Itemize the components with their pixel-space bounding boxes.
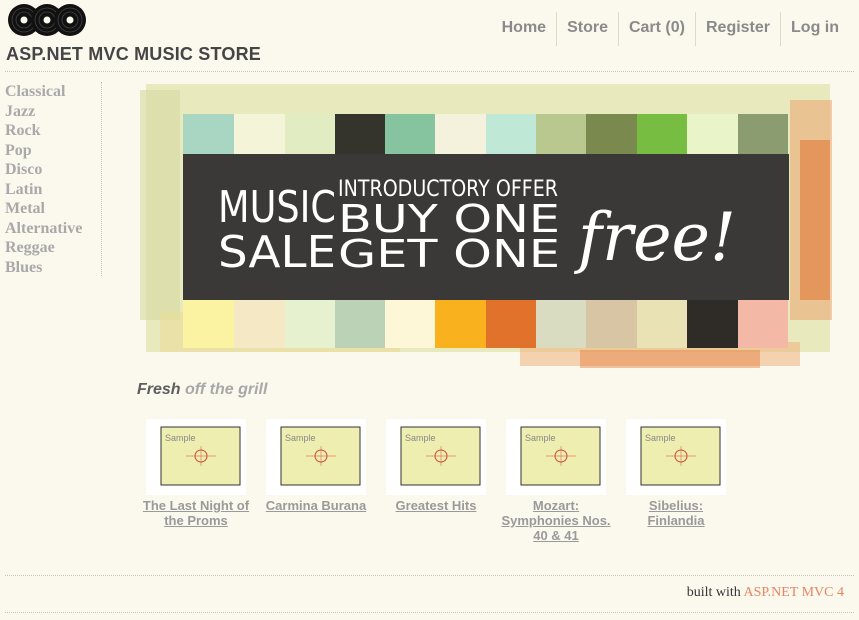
footer-divider-top — [5, 575, 854, 576]
genre-link-alternative[interactable]: Alternative — [5, 220, 82, 237]
footer: built with ASP.NET MVC 4 — [687, 585, 844, 601]
genre-item: Rock — [5, 121, 101, 141]
site-title: ASP.NET MVC MUSIC STORE — [6, 44, 261, 64]
nav-cart-link[interactable]: Cart (0) — [617, 12, 695, 46]
nav-register-link[interactable]: Register — [694, 12, 780, 46]
album-title-link[interactable]: Carmina Burana — [261, 498, 371, 513]
banner-free-text: free! — [573, 199, 736, 276]
fresh-heading: Fresh off the grill — [137, 381, 267, 399]
header-divider — [5, 71, 854, 72]
album-placeholder-image: Sample — [160, 426, 241, 486]
genre-link-reggae[interactable]: Reggae — [5, 239, 55, 256]
album-placeholder-label: Sample — [525, 433, 556, 443]
genre-link-classical[interactable]: Classical — [5, 83, 65, 100]
footer-divider-bottom — [5, 612, 854, 613]
album-placeholder-label: Sample — [645, 433, 676, 443]
genre-item: Jazz — [5, 102, 101, 122]
album-art-link[interactable]: Sample — [386, 419, 486, 495]
genre-link-jazz[interactable]: Jazz — [5, 103, 35, 120]
genre-item: Blues — [5, 258, 101, 278]
album-title-link[interactable]: The Last Night of the Proms — [141, 498, 251, 528]
genre-link-disco[interactable]: Disco — [5, 161, 42, 178]
nav-home-link[interactable]: Home — [492, 12, 556, 46]
vinyl-records-icon[interactable] — [7, 2, 87, 40]
footer-brand-link[interactable]: ASP.NET MVC 4 — [744, 585, 845, 600]
genre-link-pop[interactable]: Pop — [5, 142, 32, 159]
album-placeholder-image: Sample — [520, 426, 601, 486]
album-title-link[interactable]: Greatest Hits — [381, 498, 491, 513]
genre-link-blues[interactable]: Blues — [5, 259, 42, 276]
album-item: Sample Greatest Hits — [381, 419, 491, 513]
genre-item: Reggae — [5, 238, 101, 258]
banner-sale-text: SALE — [218, 227, 336, 278]
album-item: Sample Carmina Burana — [261, 419, 371, 513]
fresh-heading-word2: off the grill — [185, 381, 268, 398]
genre-link-metal[interactable]: Metal — [5, 200, 45, 217]
album-placeholder-label: Sample — [165, 433, 196, 443]
album-item: Sample Sibelius: Finlandia — [621, 419, 731, 528]
album-art-link[interactable]: Sample — [506, 419, 606, 495]
album-placeholder-image: Sample — [400, 426, 481, 486]
genre-item: Alternative — [5, 219, 101, 239]
footer-built-with: built with — [686, 585, 741, 600]
genre-item: Pop — [5, 141, 101, 161]
nav-login-link[interactable]: Log in — [780, 12, 849, 46]
nav-store-link[interactable]: Store — [556, 12, 618, 46]
album-art-link[interactable]: Sample — [266, 419, 366, 495]
album-placeholder-image: Sample — [280, 426, 361, 486]
album-art-link[interactable]: Sample — [626, 419, 726, 495]
album-art-link[interactable]: Sample — [146, 419, 246, 495]
promo-banner: MUSIC SALE INTRODUCTORY OFFER BUY ONE GE… — [140, 84, 832, 368]
genre-item: Latin — [5, 180, 101, 200]
genre-link-rock[interactable]: Rock — [5, 122, 41, 139]
album-placeholder-image: Sample — [640, 426, 721, 486]
fresh-heading-word1: Fresh — [137, 381, 181, 398]
album-title-link[interactable]: Mozart: Symphonies Nos. 40 & 41 — [501, 498, 611, 543]
genre-link-latin[interactable]: Latin — [5, 181, 42, 198]
genre-item: Metal — [5, 199, 101, 219]
album-title-link[interactable]: Sibelius: Finlandia — [621, 498, 731, 528]
banner-get-one-text: GET ONE — [338, 232, 560, 276]
genre-item: Classical — [5, 82, 101, 102]
banner-music-text: MUSIC — [218, 182, 336, 233]
genre-item: Disco — [5, 160, 101, 180]
genre-menu: Classical Jazz Rock Pop Disco Latin Meta… — [5, 82, 102, 276]
top-nav: Home Store Cart (0) Register Log in — [492, 12, 849, 46]
album-item: Sample The Last Night of the Proms — [141, 419, 251, 528]
album-item: Sample Mozart: Symphonies Nos. 40 & 41 — [501, 419, 611, 543]
album-placeholder-label: Sample — [285, 433, 316, 443]
album-placeholder-label: Sample — [405, 433, 436, 443]
